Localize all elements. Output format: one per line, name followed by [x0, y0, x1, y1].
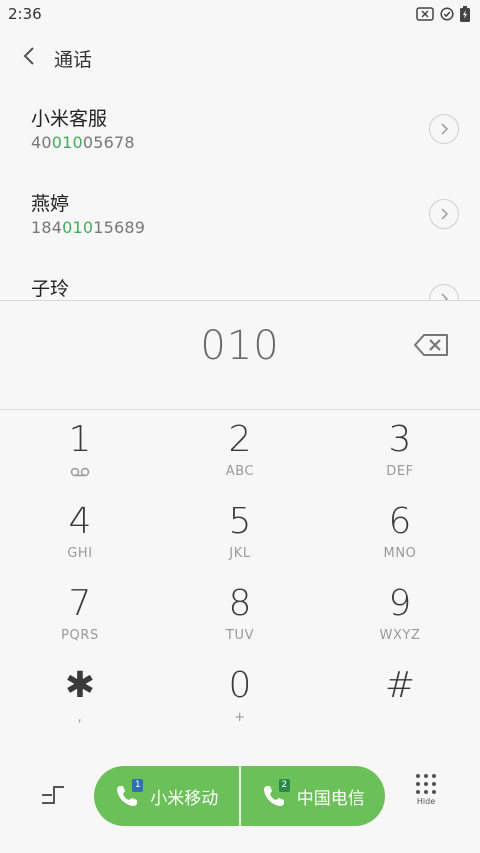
- key-1[interactable]: 1: [0, 418, 160, 500]
- contact-number: 4001005678: [31, 133, 135, 152]
- call-button-group: 1 小米移动 2 中国电信: [94, 766, 385, 826]
- switch-icon: [40, 782, 66, 810]
- check-circle-icon: [440, 7, 454, 21]
- phone-icon: 2: [261, 779, 290, 809]
- contact-detail-button[interactable]: [429, 114, 459, 144]
- chevron-right-icon: [440, 205, 449, 224]
- keypad-dots-icon: [416, 774, 436, 794]
- chevron-right-icon: [440, 120, 449, 139]
- contact-item[interactable]: 燕婷 18401015689: [0, 171, 480, 256]
- battery-charging-icon: [460, 6, 470, 22]
- contact-item[interactable]: 子玲: [0, 256, 480, 300]
- key-2[interactable]: 2 ABC: [160, 418, 320, 500]
- backspace-button[interactable]: [414, 333, 450, 357]
- chevron-right-icon: [440, 290, 449, 300]
- call-sim1-button[interactable]: 1 小米移动: [94, 766, 239, 826]
- key-6[interactable]: 6 MNO: [320, 500, 480, 582]
- key-9[interactable]: 9 WXYZ: [320, 582, 480, 664]
- chevron-left-icon: [22, 46, 36, 70]
- contact-detail-button[interactable]: [429, 284, 459, 300]
- key-4[interactable]: 4 GHI: [0, 500, 160, 582]
- contact-number: 18401015689: [31, 218, 146, 237]
- voicemail-icon: [70, 464, 90, 480]
- phone-icon: 1: [114, 779, 144, 809]
- contact-name: 子玲: [31, 278, 70, 300]
- switch-button[interactable]: [34, 778, 72, 814]
- header: 通话: [0, 36, 480, 80]
- key-hash[interactable]: #: [320, 664, 480, 746]
- status-icons: [416, 6, 470, 22]
- bottom-bar: 1 小米移动 2 中国电信 Hide: [0, 760, 480, 832]
- sim-badge: 1: [132, 779, 144, 792]
- dial-display: 010: [0, 300, 480, 410]
- dialed-number: 010: [200, 323, 280, 369]
- contact-detail-button[interactable]: [429, 199, 459, 229]
- backspace-icon: [414, 334, 450, 361]
- status-time: 2:36: [8, 5, 42, 23]
- contact-list: 小米客服 4001005678 燕婷 18401015689 子玲: [0, 86, 480, 300]
- sim-badge: 2: [278, 779, 290, 792]
- hide-keypad-button[interactable]: Hide: [412, 774, 440, 822]
- key-5[interactable]: 5 JKL: [160, 500, 320, 582]
- sim2-label: 中国电信: [296, 788, 365, 809]
- key-3[interactable]: 3 DEF: [320, 418, 480, 500]
- key-star[interactable]: ✱ ,: [0, 664, 160, 746]
- key-7[interactable]: 7 PQRS: [0, 582, 160, 664]
- call-sim2-button[interactable]: 2 中国电信: [241, 766, 386, 826]
- contact-name: 小米客服: [31, 108, 108, 130]
- status-bar: 2:36: [0, 0, 480, 28]
- contact-item[interactable]: 小米客服 4001005678: [0, 86, 480, 171]
- key-0[interactable]: 0 +: [160, 664, 320, 746]
- sim-off-icon: [416, 7, 434, 21]
- key-8[interactable]: 8 TUV: [160, 582, 320, 664]
- contact-name: 燕婷: [31, 193, 70, 215]
- back-button[interactable]: [4, 36, 54, 80]
- page-title: 通话: [54, 48, 93, 71]
- sim1-label: 小米移动: [150, 788, 219, 809]
- hide-label: Hide: [416, 797, 436, 806]
